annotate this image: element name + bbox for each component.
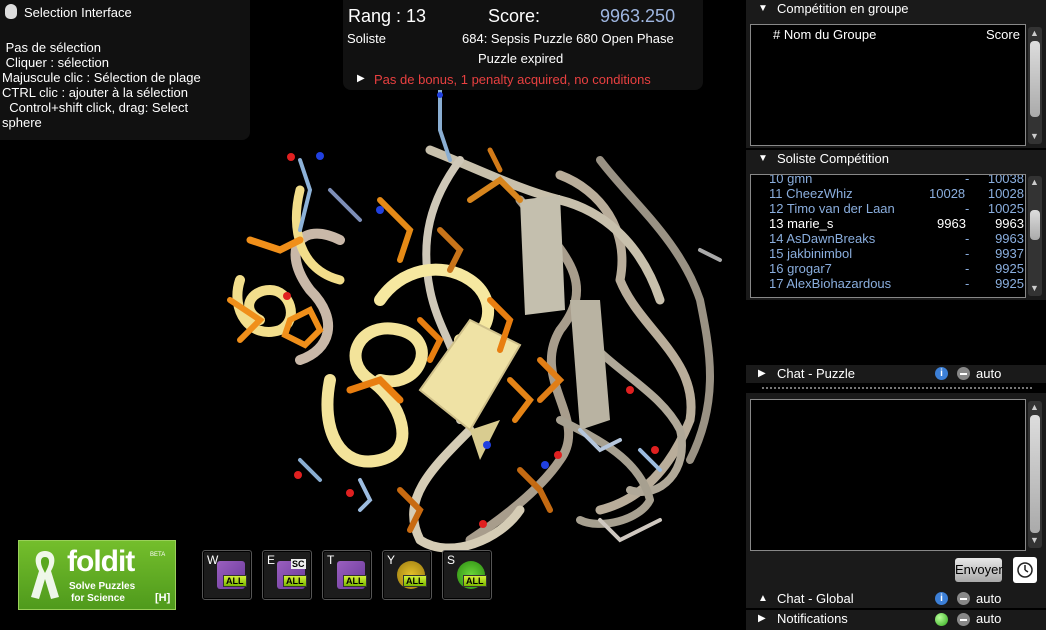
expand-triangle-icon[interactable]: ▶ xyxy=(758,610,766,628)
beta-label: BETA xyxy=(150,552,166,558)
selection-line: Majuscule clic : Sélection de plage xyxy=(2,70,201,85)
selection-help: Pas de sélection Cliquer : sélection Maj… xyxy=(2,40,201,130)
logo-tagline: for Science xyxy=(71,593,125,604)
notifications-header[interactable]: ▶ Notifications auto xyxy=(746,610,1046,630)
status-online-icon[interactable] xyxy=(935,613,948,626)
logo-text: foldit xyxy=(67,545,135,578)
wiggle-sidechains-all-button[interactable]: T ALL xyxy=(322,550,372,600)
mouse-icon xyxy=(5,4,17,19)
info-icon[interactable]: i xyxy=(935,592,948,605)
table-row[interactable]: 12 Timo van der Laan - 10025 xyxy=(769,201,1024,216)
clock-icon[interactable] xyxy=(1013,557,1037,583)
group-col-name: # Nom du Groupe xyxy=(773,27,877,42)
mode-label: Soliste xyxy=(347,31,387,46)
collapse-triangle-icon[interactable]: ▼ xyxy=(758,150,768,168)
scroll-up-icon: ▲ xyxy=(1030,177,1039,187)
table-row[interactable]: 13 marie_s 9963 9963 xyxy=(769,216,1024,231)
expand-triangle-icon[interactable]: ▶ xyxy=(357,73,365,84)
group-scrollbar[interactable]: ▲ ▼ xyxy=(1028,27,1042,144)
expand-up-triangle-icon[interactable]: ▲ xyxy=(758,590,768,608)
selection-title: Selection Interface xyxy=(24,5,132,20)
group-list[interactable]: # Nom du Groupe Score xyxy=(750,24,1026,146)
send-button[interactable]: Envoyer xyxy=(955,558,1003,582)
ribbon-icon xyxy=(31,551,59,599)
puzzle-status: Puzzle expired xyxy=(478,51,564,66)
rank-label: Rang : 13 xyxy=(348,6,427,26)
minimize-icon[interactable] xyxy=(957,613,970,626)
scroll-up-icon: ▲ xyxy=(1030,28,1039,38)
table-row[interactable]: 15 jakbinimbol - 9937 xyxy=(769,246,1024,261)
chat-global-header[interactable]: ▲ Chat - Global i auto xyxy=(746,590,1046,608)
collapse-triangle-icon[interactable]: ▼ xyxy=(758,0,768,18)
score-panel: Rang : 13 Score: 9963.250 Soliste 684: S… xyxy=(343,0,703,90)
expand-triangle-icon[interactable]: ▶ xyxy=(758,365,766,383)
table-row[interactable]: 14 AsDawnBreaks - 9963 xyxy=(769,231,1024,246)
shake-all-button[interactable]: E SC ALL xyxy=(262,550,312,600)
redo-all-button[interactable]: S ALL xyxy=(442,550,492,600)
foldit-logo-button[interactable]: foldit BETA Solve Puzzles for Science [H… xyxy=(18,540,176,610)
selection-line: CTRL clic : ajouter à la sélection xyxy=(2,85,188,100)
group-competition-header[interactable]: ▼ Compétition en groupe xyxy=(746,0,1046,18)
scroll-up-icon: ▲ xyxy=(1030,402,1039,412)
scroll-down-icon: ▼ xyxy=(1030,535,1039,545)
score-label: Score: xyxy=(488,6,541,26)
wiggle-all-button[interactable]: W ALL xyxy=(202,550,252,600)
scroll-down-icon: ▼ xyxy=(1030,283,1039,293)
puzzle-title: 684: Sepsis Puzzle 680 Open Phase xyxy=(462,31,674,46)
selection-line: Control+shift click, drag: Select xyxy=(2,100,189,115)
undo-all-button[interactable]: Y ALL xyxy=(382,550,432,600)
solo-scrollbar[interactable]: ▲ ▼ xyxy=(1028,176,1042,296)
table-row[interactable]: 16 grogar7 - 9925 xyxy=(769,261,1024,276)
selection-line: Cliquer : sélection xyxy=(2,55,109,70)
solo-list[interactable]: 10 gmn - 10038 11 CheezWhiz 10028 10028 … xyxy=(750,174,1026,298)
selection-line: Pas de sélection xyxy=(2,40,102,55)
chat-log[interactable] xyxy=(750,399,1026,551)
group-col-score: Score xyxy=(986,27,1020,42)
chat-scrollbar[interactable]: ▲ ▼ xyxy=(1028,401,1042,548)
bonus-status[interactable]: Pas de bonus, 1 penalty acquired, no con… xyxy=(374,72,651,87)
hotkey-label: [H] xyxy=(155,592,171,604)
info-icon[interactable]: i xyxy=(935,367,948,380)
logo-tagline: Solve Puzzles xyxy=(69,581,136,592)
table-row[interactable]: 11 CheezWhiz 10028 10028 xyxy=(769,186,1024,201)
minimize-icon[interactable] xyxy=(957,592,970,605)
score-value: 9963.250 xyxy=(600,6,676,26)
chat-puzzle-header[interactable]: ▶ Chat - Puzzle i auto xyxy=(746,365,1046,383)
table-row[interactable]: 17 AlexBiohazardous - 9925 xyxy=(769,276,1024,291)
solo-competition-header[interactable]: ▼ Soliste Compétition xyxy=(746,150,1046,168)
table-row[interactable]: 10 gmn - 10038 xyxy=(769,175,1024,186)
scroll-down-icon: ▼ xyxy=(1030,131,1039,141)
selection-line: sphere xyxy=(2,115,42,130)
minimize-icon[interactable] xyxy=(957,367,970,380)
selection-interface-panel: Selection Interface Pas de sélection Cli… xyxy=(0,0,250,140)
